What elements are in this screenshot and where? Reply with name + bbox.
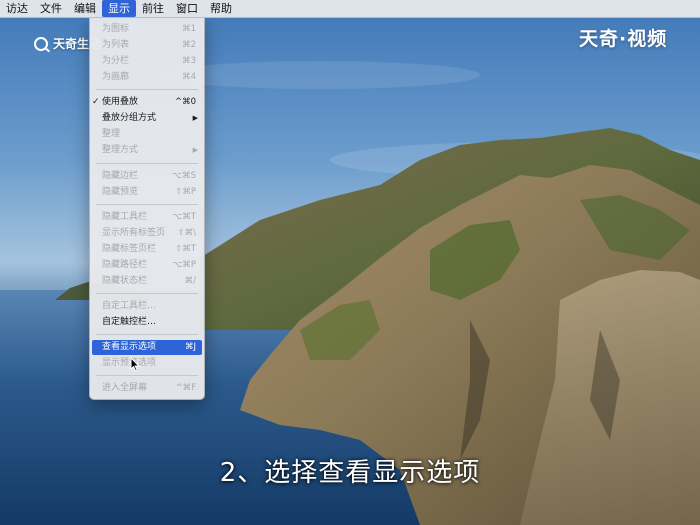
menu-item-hide-preview[interactable]: 隐藏预览 ⇧⌘P bbox=[90, 185, 204, 200]
mouse-pointer-icon bbox=[130, 357, 140, 372]
menu-separator bbox=[96, 375, 198, 376]
menu-separator bbox=[96, 89, 198, 90]
menu-window[interactable]: 窗口 bbox=[170, 0, 204, 17]
menu-item-hide-toolbar[interactable]: 隐藏工具栏 ⌥⌘T bbox=[90, 210, 204, 225]
search-icon bbox=[34, 36, 48, 51]
menu-item-enter-full-screen[interactable]: 进入全屏幕 ^⌘F bbox=[90, 381, 204, 396]
submenu-arrow-icon: ▶ bbox=[192, 114, 198, 122]
menu-separator bbox=[96, 163, 198, 164]
menu-item-show-preview-options[interactable]: 显示预览选项 bbox=[90, 356, 204, 371]
menu-edit[interactable]: 编辑 bbox=[68, 0, 102, 17]
submenu-arrow-icon: ▶ bbox=[192, 146, 198, 154]
menu-bar: 访达 文件 编辑 显示 前往 窗口 帮助 bbox=[0, 0, 700, 18]
menu-item-as-gallery[interactable]: 为画廊 ⌘4 bbox=[90, 70, 204, 85]
checkmark-icon: ✓ bbox=[92, 97, 100, 107]
menu-item-use-stacks[interactable]: ✓ 使用叠放 ^⌘0 bbox=[90, 95, 204, 110]
menu-finder[interactable]: 访达 bbox=[0, 0, 34, 17]
menu-item-as-list[interactable]: 为列表 ⌘2 bbox=[90, 38, 204, 53]
menu-item-customize-touch-bar[interactable]: 自定触控栏… bbox=[90, 315, 204, 330]
menu-item-group-stacks-by[interactable]: 叠放分组方式 ▶ bbox=[90, 111, 204, 126]
video-subtitle: 2、选择查看显示选项 bbox=[219, 458, 481, 488]
menu-item-as-columns[interactable]: 为分栏 ⌘3 bbox=[90, 54, 204, 69]
menu-item-hide-status-bar[interactable]: 隐藏状态栏 ⌘/ bbox=[90, 274, 204, 289]
menu-go[interactable]: 前往 bbox=[136, 0, 170, 17]
menu-item-clean-up[interactable]: 整理 bbox=[90, 127, 204, 142]
menu-separator bbox=[96, 334, 198, 335]
menu-view[interactable]: 显示 bbox=[102, 0, 136, 17]
menu-file[interactable]: 文件 bbox=[34, 0, 68, 17]
menu-item-hide-tab-bar[interactable]: 隐藏标签页栏 ⇧⌘T bbox=[90, 242, 204, 257]
menu-item-show-all-tabs[interactable]: 显示所有标签页 ⇧⌘\ bbox=[90, 226, 204, 241]
menu-separator bbox=[96, 293, 198, 294]
menu-help[interactable]: 帮助 bbox=[204, 0, 238, 17]
menu-separator bbox=[96, 204, 198, 205]
watermark-logo-right: 天奇·视频 bbox=[579, 28, 668, 50]
view-menu-dropdown: 为图标 ⌘1 为列表 ⌘2 为分栏 ⌘3 为画廊 ⌘4 ✓ 使用叠放 ^⌘0 叠… bbox=[89, 17, 205, 400]
menu-item-show-view-options[interactable]: 查看显示选项 ⌘J bbox=[92, 340, 202, 355]
menu-item-hide-path-bar[interactable]: 隐藏路径栏 ⌥⌘P bbox=[90, 258, 204, 273]
menu-item-hide-sidebar[interactable]: 隐藏边栏 ⌥⌘S bbox=[90, 169, 204, 184]
menu-item-clean-up-by[interactable]: 整理方式 ▶ bbox=[90, 143, 204, 158]
menu-item-as-icons[interactable]: 为图标 ⌘1 bbox=[90, 22, 204, 37]
menu-item-customize-toolbar[interactable]: 自定工具栏… bbox=[90, 299, 204, 314]
